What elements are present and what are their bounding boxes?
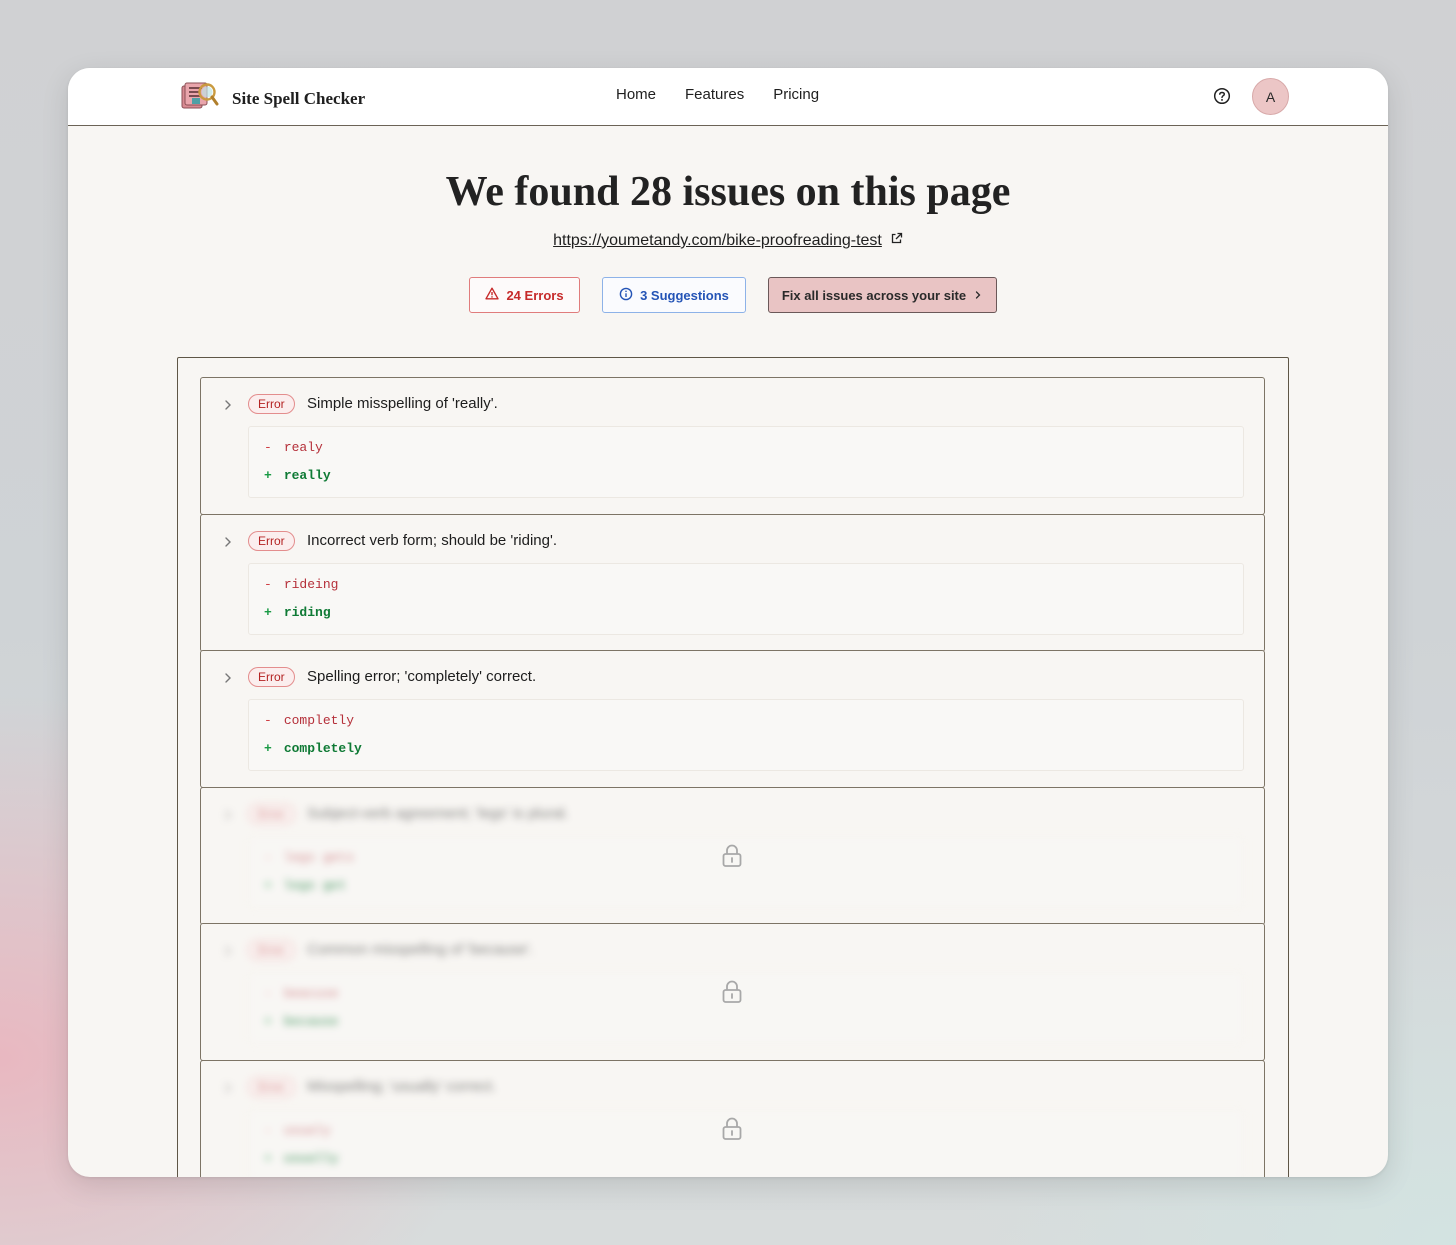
diff-removed-line: - rideing xyxy=(264,577,339,592)
diff-added-line: + really xyxy=(264,468,331,483)
diff-block: - legs gets + legs get xyxy=(248,836,1244,908)
error-badge: Error xyxy=(248,1077,295,1097)
diff-removed-line: - realy xyxy=(264,440,323,455)
issue-message: Subject-verb agreement; 'legs' is plural… xyxy=(307,805,569,822)
removed-text: completly xyxy=(283,713,355,728)
top-navbar: Site Spell Checker Home Features Pricing… xyxy=(68,68,1388,126)
removed-text: realy xyxy=(283,440,323,455)
error-badge: Error xyxy=(248,531,295,551)
warning-triangle-icon xyxy=(485,287,500,303)
scanned-url-link[interactable]: https://youmetandy.com/bike-proofreading… xyxy=(553,232,882,250)
chevron-right-icon xyxy=(221,944,235,958)
chevron-right-icon[interactable] xyxy=(221,535,235,549)
diff-added-line: + usually xyxy=(264,1151,339,1166)
diff-removed-line: - beacuse xyxy=(264,986,339,1001)
added-text: because xyxy=(283,1014,339,1029)
issue-message: Incorrect verb form; should be 'riding'. xyxy=(307,532,558,549)
logo-icon xyxy=(180,80,220,117)
suggestions-count-button[interactable]: 3 Suggestions xyxy=(602,277,746,313)
error-badge: Error xyxy=(248,394,295,414)
brand[interactable]: Site Spell Checker xyxy=(180,80,365,117)
issue-message: Spelling error; 'completely' correct. xyxy=(307,668,537,685)
errors-count-label: 24 Errors xyxy=(506,287,564,303)
nav-pricing[interactable]: Pricing xyxy=(773,86,819,103)
errors-count-button[interactable]: 24 Errors xyxy=(469,277,580,313)
removed-text: legs gets xyxy=(283,850,355,865)
error-badge: Error xyxy=(248,667,295,687)
issue-message: Simple misspelling of 'really'. xyxy=(307,395,498,412)
diff-block: - beacuse + because xyxy=(248,972,1244,1044)
diff-block: - usualy + usually xyxy=(248,1109,1244,1177)
removed-text: beacuse xyxy=(283,986,339,1001)
diff-block: - completly + completely xyxy=(248,699,1244,771)
fix-all-issues-button[interactable]: Fix all issues across your site xyxy=(768,277,997,313)
lock-icon xyxy=(720,979,744,1005)
chevron-right-icon[interactable] xyxy=(221,671,235,685)
error-badge: Error xyxy=(248,804,295,824)
added-text: legs get xyxy=(283,878,347,893)
issue-message: Common misspelling of 'because'. xyxy=(307,941,534,958)
scanned-url-row: https://youmetandy.com/bike-proofreading… xyxy=(68,232,1388,250)
removed-text: rideing xyxy=(283,577,339,592)
added-text: riding xyxy=(283,605,331,620)
error-badge: Error xyxy=(248,940,295,960)
brand-name: Site Spell Checker xyxy=(232,88,366,108)
diff-added-line: + because xyxy=(264,1014,339,1029)
nav-home[interactable]: Home xyxy=(616,86,656,103)
chevron-right-icon xyxy=(221,808,235,822)
help-icon[interactable] xyxy=(1212,86,1232,106)
locked-issue-card[interactable]: Error Subject-verb agreement; 'legs' is … xyxy=(200,787,1265,925)
diff-removed-line: - completly xyxy=(264,713,355,728)
diff-removed-line: - legs gets xyxy=(264,850,355,865)
diff-block: - rideing + riding xyxy=(248,563,1244,635)
removed-text: usualy xyxy=(283,1123,331,1138)
added-text: really xyxy=(283,468,331,483)
chevron-right-icon xyxy=(973,288,983,303)
issue-card[interactable]: Error Incorrect verb form; should be 'ri… xyxy=(200,514,1265,652)
main-nav: Home Features Pricing xyxy=(616,86,819,103)
nav-features[interactable]: Features xyxy=(685,86,744,103)
issue-card[interactable]: Error Simple misspelling of 'really'. -r… xyxy=(200,377,1265,515)
info-circle-icon xyxy=(619,287,633,304)
lock-icon xyxy=(720,1116,744,1142)
added-text: completely xyxy=(283,741,362,756)
added-text: usually xyxy=(283,1151,339,1166)
issues-panel: Error Simple misspelling of 'really'. -r… xyxy=(177,357,1289,1177)
diff-block: - realy + really xyxy=(248,426,1244,498)
issue-message: Misspelling; 'usually' correct. xyxy=(307,1078,497,1095)
external-link-icon[interactable] xyxy=(890,232,903,250)
page-title: We found 28 issues on this page xyxy=(445,169,1011,215)
diff-added-line: + completely xyxy=(264,741,362,756)
issue-card[interactable]: Error Spelling error; 'completely' corre… xyxy=(200,650,1265,788)
diff-added-line: + legs get xyxy=(264,878,347,893)
chevron-right-icon[interactable] xyxy=(221,398,235,412)
chevron-right-icon xyxy=(221,1081,235,1095)
diff-removed-line: - usualy xyxy=(264,1123,331,1138)
diff-added-line: + riding xyxy=(264,605,331,620)
suggestions-count-label: 3 Suggestions xyxy=(640,287,729,303)
locked-issue-card[interactable]: Error Common misspelling of 'because'. -… xyxy=(200,923,1265,1061)
locked-issue-card[interactable]: Error Misspelling; 'usually' correct. -u… xyxy=(200,1060,1265,1177)
fix-all-label: Fix all issues across your site xyxy=(781,287,967,303)
user-avatar[interactable]: A xyxy=(1252,78,1289,115)
browser-window: Site Spell Checker Home Features Pricing… xyxy=(68,68,1388,1177)
lock-icon xyxy=(720,843,744,869)
